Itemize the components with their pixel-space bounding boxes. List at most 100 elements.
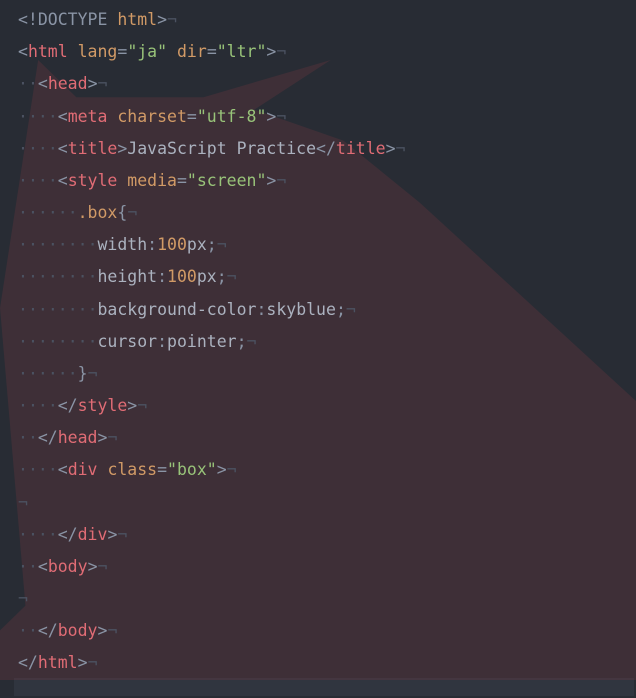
token-txt — [117, 171, 127, 190]
token-punct: > — [88, 74, 98, 93]
token-kw: px — [187, 235, 207, 254]
code-line-8[interactable]: ········width:100px;¬ — [18, 229, 636, 261]
line-ending-icon: ¬ — [247, 332, 257, 351]
token-punct: : — [147, 235, 157, 254]
token-tagname: title — [68, 139, 118, 158]
token-tagname: div — [78, 525, 108, 544]
code-line-4[interactable]: ····<meta charset="utf-8">¬ — [18, 101, 636, 133]
token-punct: < — [38, 74, 48, 93]
code-line-12[interactable]: ······}¬ — [18, 358, 636, 390]
line-ending-icon: ¬ — [276, 42, 286, 61]
token-attr: dir — [177, 42, 207, 61]
token-tagname: head — [58, 428, 98, 447]
code-line-1[interactable]: <!DOCTYPE html>¬ — [18, 4, 636, 36]
token-punct: > — [266, 171, 276, 190]
token-txt — [107, 107, 117, 126]
token-val: "screen" — [187, 171, 266, 190]
code-line-6[interactable]: ····<style media="screen">¬ — [18, 165, 636, 197]
token-kw: px — [197, 267, 217, 286]
token-val: "ja" — [127, 42, 167, 61]
token-punct: { — [117, 203, 127, 222]
code-line-10[interactable]: ········background-color:skyblue;¬ — [18, 294, 636, 326]
token-punct: </ — [38, 621, 58, 640]
token-tagname: title — [336, 139, 386, 158]
code-line-16[interactable]: ¬ — [18, 487, 636, 519]
token-punct: > — [78, 653, 88, 672]
line-ending-icon: ¬ — [227, 267, 237, 286]
code-line-3[interactable]: ··<head>¬ — [18, 68, 636, 100]
token-punct: > — [266, 42, 276, 61]
code-line-18[interactable]: ··<body>¬ — [18, 551, 636, 583]
code-line-21[interactable]: </html>¬ — [18, 647, 636, 679]
token-tagname: html — [38, 653, 78, 672]
code-editor[interactable]: <!DOCTYPE html>¬<html lang="ja" dir="ltr… — [0, 0, 636, 680]
token-punct: <! — [18, 10, 38, 29]
code-line-20[interactable]: ··</body>¬ — [18, 615, 636, 647]
token-tagname: div — [68, 460, 98, 479]
token-num: 100 — [167, 267, 197, 286]
line-ending-icon: ¬ — [18, 589, 28, 608]
code-line-19[interactable]: ¬ — [18, 583, 636, 615]
token-punct: > — [386, 139, 396, 158]
code-line-15[interactable]: ····<div class="box">¬ — [18, 454, 636, 486]
token-punct: : — [157, 332, 167, 351]
line-ending-icon: ¬ — [107, 621, 117, 640]
token-punct: < — [58, 460, 68, 479]
token-punct: ; — [336, 300, 346, 319]
line-ending-icon: ¬ — [276, 107, 286, 126]
token-punct: > — [107, 525, 117, 544]
token-punct: > — [157, 10, 167, 29]
token-kw: skyblue — [266, 300, 336, 319]
token-txt — [98, 460, 108, 479]
line-ending-icon: ¬ — [107, 428, 117, 447]
token-punct: </ — [316, 139, 336, 158]
token-punct: > — [117, 139, 127, 158]
code-line-7[interactable]: ······.box{¬ — [18, 197, 636, 229]
token-punct: = — [117, 42, 127, 61]
token-punct: < — [58, 139, 68, 158]
token-punct: < — [58, 171, 68, 190]
token-cssclass: .box — [78, 203, 118, 222]
token-punct: </ — [58, 396, 78, 415]
code-line-2[interactable]: <html lang="ja" dir="ltr">¬ — [18, 36, 636, 68]
token-attr: html — [117, 10, 157, 29]
token-tagname: meta — [68, 107, 108, 126]
token-punct: </ — [38, 428, 58, 447]
code-line-9[interactable]: ········height:100px;¬ — [18, 261, 636, 293]
code-line-5[interactable]: ····<title>JavaScript Practice</title>¬ — [18, 133, 636, 165]
token-punct: } — [78, 364, 88, 383]
token-prop: width — [98, 235, 148, 254]
token-txt — [68, 42, 78, 61]
token-tagname: style — [68, 171, 118, 190]
token-punct: = — [157, 460, 167, 479]
line-ending-icon: ¬ — [117, 525, 127, 544]
token-punct: < — [38, 557, 48, 576]
token-punct: > — [266, 107, 276, 126]
code-line-13[interactable]: ····</style>¬ — [18, 390, 636, 422]
line-ending-icon: ¬ — [98, 557, 108, 576]
token-punct: > — [98, 428, 108, 447]
token-attr: charset — [117, 107, 187, 126]
token-tagname: body — [58, 621, 98, 640]
line-ending-icon: ¬ — [227, 460, 237, 479]
code-line-17[interactable]: ····</div>¬ — [18, 519, 636, 551]
token-punct: = — [187, 107, 197, 126]
code-line-14[interactable]: ··</head>¬ — [18, 422, 636, 454]
token-val: "ltr" — [217, 42, 267, 61]
line-ending-icon: ¬ — [346, 300, 356, 319]
token-punct: : — [256, 300, 266, 319]
token-tagname: body — [48, 557, 88, 576]
token-prop: background-color — [98, 300, 257, 319]
token-punct: = — [207, 42, 217, 61]
token-punct: </ — [18, 653, 38, 672]
line-ending-icon: ¬ — [396, 139, 406, 158]
token-punct: < — [58, 107, 68, 126]
scrollbar-track[interactable] — [14, 678, 634, 696]
line-ending-icon: ¬ — [88, 364, 98, 383]
code-line-11[interactable]: ········cursor:pointer;¬ — [18, 326, 636, 358]
line-ending-icon: ¬ — [167, 10, 177, 29]
token-txt — [167, 42, 177, 61]
token-punct: : — [157, 267, 167, 286]
line-ending-icon: ¬ — [276, 171, 286, 190]
line-ending-icon: ¬ — [137, 396, 147, 415]
